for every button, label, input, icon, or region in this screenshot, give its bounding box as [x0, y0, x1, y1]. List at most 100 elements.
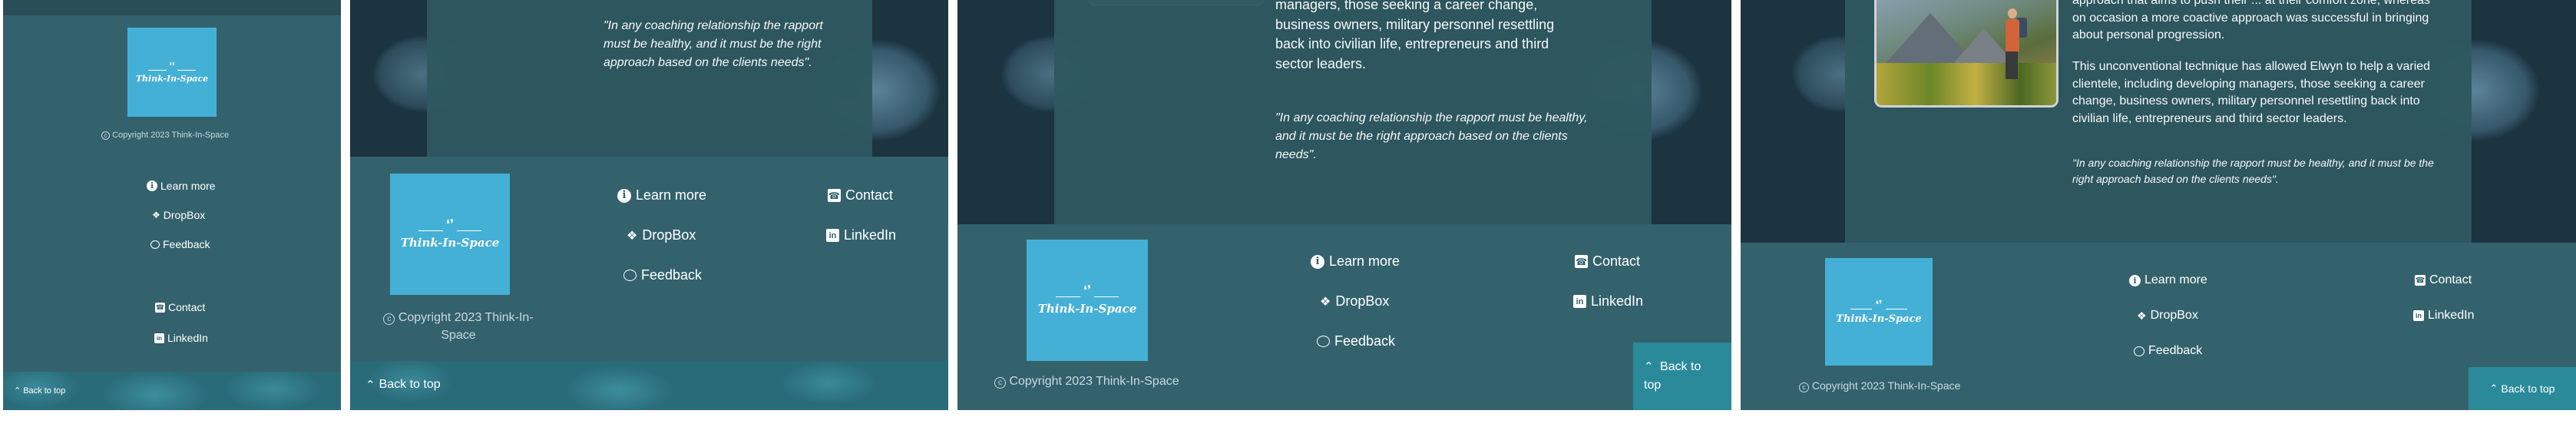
chevron-up-icon: ⌃	[1644, 360, 1654, 373]
footer-link-dropbox[interactable]: ❖ DropBox	[627, 227, 696, 243]
chat-bubble-icon	[150, 240, 160, 249]
footer-link-feedback[interactable]: Feedback	[150, 238, 210, 250]
logo-mark: ❛❜	[148, 61, 196, 71]
chevron-up-icon: ⌃	[14, 386, 21, 396]
footer-link-dropbox[interactable]: ❖ DropBox	[2137, 309, 2198, 323]
footer-link-contact[interactable]: ☎ Contact	[2415, 273, 2472, 287]
copyright-icon: c	[1799, 382, 1809, 392]
copyright-text: Copyright 2023 Think-In-Space	[398, 311, 534, 343]
contact-label: Contact	[1592, 253, 1641, 269]
feedback-label: Feedback	[641, 267, 703, 283]
logo-mark: ❛❜	[1850, 299, 1907, 309]
copyright: c Copyright 2023 Think-In-Space	[994, 375, 1179, 389]
footer-link-contact[interactable]: ☎ Contact	[155, 301, 205, 313]
logo[interactable]: ❛❜ Think-In-Space	[1027, 240, 1148, 361]
phone-square-icon: ☎	[1575, 255, 1588, 268]
contact-label: Contact	[845, 187, 894, 203]
back-to-top-label: Back to top	[379, 378, 441, 391]
dropbox-label: DropBox	[163, 209, 206, 221]
linkedin-icon: in	[826, 229, 839, 242]
phone-square-icon: ☎	[155, 302, 165, 313]
linkedin-label: LinkedIn	[2428, 309, 2475, 322]
logo[interactable]: ❛❜ Think-In-Space	[127, 28, 217, 117]
quote: "In any coaching relationship the rappor…	[1275, 111, 1588, 161]
viewport-tablet: "In any coaching relationship the rappor…	[350, 0, 948, 410]
footer-link-linkedin[interactable]: in LinkedIn	[154, 332, 208, 344]
learn-more-label: Learn more	[2144, 273, 2207, 286]
footer-link-contact[interactable]: ☎ Contact	[828, 187, 893, 204]
chat-bubble-icon	[1317, 336, 1330, 347]
copyright: c Copyright 2023 Think-In-Space	[101, 131, 229, 140]
copyright-text: Copyright 2023 Think-In-Space	[1009, 375, 1179, 388]
content-area: approach that aims to push their ... at …	[1845, 0, 2472, 243]
learn-more-label: Learn more	[160, 180, 216, 192]
footer-link-contact[interactable]: ☎ Contact	[1575, 253, 1640, 270]
back-to-top-link[interactable]: ⌃ Back to top	[14, 386, 65, 396]
linkedin-label: LinkedIn	[167, 332, 208, 344]
footer-link-feedback[interactable]: Feedback	[1317, 333, 1395, 349]
dropbox-label: DropBox	[1335, 293, 1390, 309]
copyright: c Copyright 2023 Think-In-Space	[378, 309, 539, 344]
dropbox-label: DropBox	[2150, 309, 2198, 322]
info-circle-icon: i	[1311, 254, 1324, 269]
copyright-text: Copyright 2023 Think-In-Space	[1811, 379, 1961, 392]
quote: "In any coaching relationship the rappor…	[603, 19, 823, 69]
footer-link-linkedin[interactable]: in LinkedIn	[826, 227, 896, 243]
feedback-label: Feedback	[163, 238, 210, 250]
footer-link-learn-more[interactable]: i Learn more	[147, 180, 216, 192]
info-circle-icon: i	[617, 188, 631, 203]
phone-square-icon: ☎	[2415, 275, 2426, 286]
phone-square-icon: ☎	[828, 189, 841, 202]
logo-mark: ❛❜	[1055, 285, 1119, 297]
dropbox-icon: ❖	[1320, 295, 1331, 309]
footer-link-dropbox[interactable]: ❖ DropBox	[1320, 293, 1389, 309]
dropbox-icon: ❖	[152, 210, 160, 220]
footer-link-feedback[interactable]: Feedback	[2134, 344, 2202, 358]
logo-mark: ❛❜	[418, 219, 482, 231]
footer-link-learn-more[interactable]: i Learn more	[2129, 273, 2207, 287]
chat-bubble-icon	[623, 270, 637, 281]
back-to-top-button[interactable]: ⌃ Back to top	[2469, 367, 2576, 410]
dropbox-icon: ❖	[627, 229, 638, 243]
footer-link-dropbox[interactable]: ❖ DropBox	[152, 209, 205, 221]
footer-top-edge	[3, 0, 341, 15]
footer: ❛❜ Think-In-Space c Copyright 2023 Think…	[1741, 243, 2576, 410]
logo[interactable]: ❛❜ Think-In-Space	[390, 174, 510, 295]
footer-link-linkedin[interactable]: in LinkedIn	[2413, 309, 2475, 323]
dropbox-icon: ❖	[2137, 309, 2147, 322]
footer-link-feedback[interactable]: Feedback	[623, 267, 702, 283]
logo-text: Think-In-Space	[135, 73, 209, 84]
body-paragraph-top: approach that aims to push their ... at …	[2072, 0, 2431, 42]
feedback-label: Feedback	[2148, 344, 2203, 357]
chevron-up-icon: ⌃	[2489, 382, 2498, 394]
body-paragraph: managers, those seeking a career change,…	[1275, 0, 1555, 71]
copyright-icon: c	[994, 377, 1006, 389]
copyright-text: Copyright 2023 Think-In-Space	[112, 131, 230, 140]
footer-link-learn-more[interactable]: i Learn more	[1311, 253, 1400, 270]
info-circle-icon: i	[147, 180, 157, 191]
logo-text: Think-In-Space	[1836, 313, 1922, 325]
logo-text: Think-In-Space	[400, 236, 500, 250]
footer-link-learn-more[interactable]: i Learn more	[617, 187, 706, 204]
contact-label: Contact	[2429, 273, 2472, 286]
linkedin-icon: in	[154, 333, 164, 343]
footer: ❛❜ Think-In-Space c Copyright 2023 Think…	[3, 0, 341, 410]
back-to-top-button[interactable]: ⌃ Back to top	[1633, 343, 1731, 410]
viewport-desktop: approach that aims to push their ... at …	[1741, 0, 2576, 410]
logo-text: Think-In-Space	[1037, 302, 1137, 316]
footer: ❛❜ Think-In-Space c Copyright 2023 Think…	[957, 224, 1731, 410]
info-circle-icon: i	[2129, 274, 2141, 286]
dropbox-label: DropBox	[642, 227, 696, 243]
content-area: "In any coaching relationship the rappor…	[427, 0, 872, 157]
copyright-icon: c	[101, 131, 110, 140]
footer-link-linkedin[interactable]: in LinkedIn	[1573, 293, 1643, 309]
logo[interactable]: ❛❜ Think-In-Space	[1825, 258, 1933, 366]
copyright: c Copyright 2023 Think-In-Space	[1799, 379, 1960, 392]
back-to-top-link[interactable]: ⌃ Back to top	[365, 378, 441, 392]
viewport-laptop: managers, those seeking a career change,…	[957, 0, 1731, 410]
chat-bubble-icon	[2134, 346, 2144, 356]
back-to-top-label: Back to top	[23, 386, 66, 396]
contact-label: Contact	[168, 301, 206, 313]
chevron-up-icon: ⌃	[365, 379, 375, 392]
body-paragraph: This unconventional technique has allowe…	[2072, 60, 2431, 126]
